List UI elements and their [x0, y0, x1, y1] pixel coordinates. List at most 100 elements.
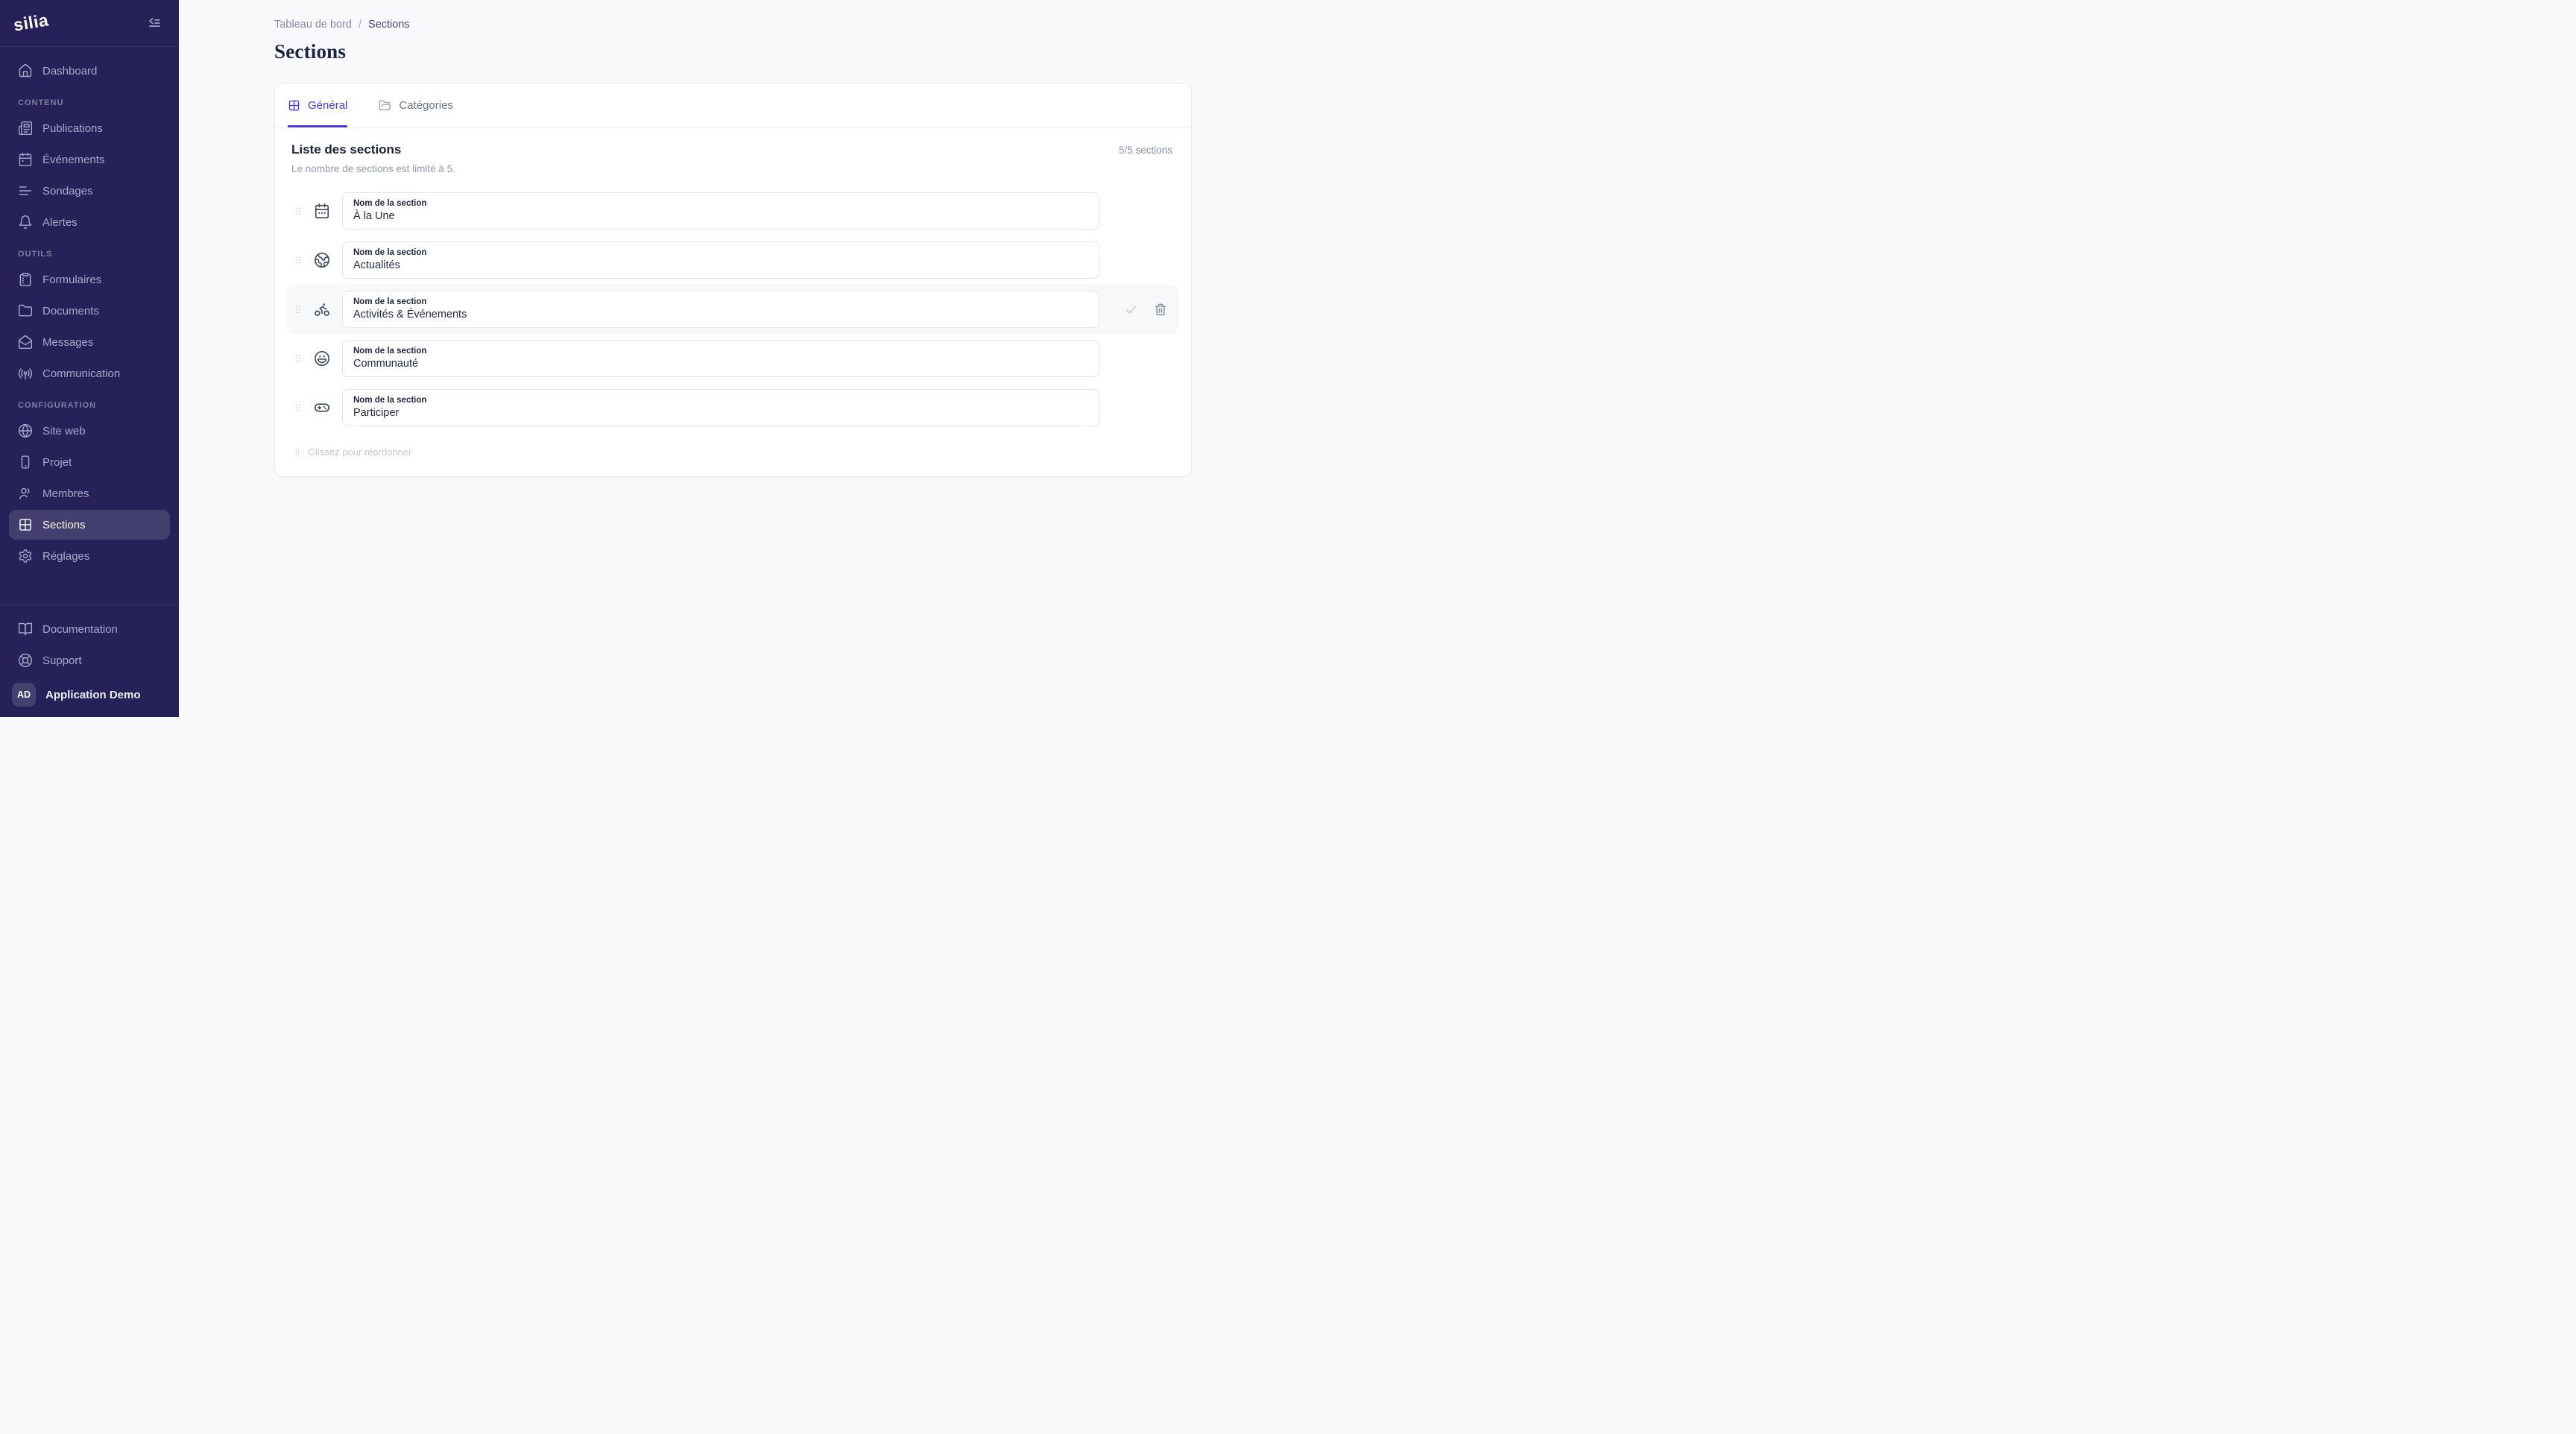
- sidebar-item-label: Membres: [42, 487, 89, 500]
- section-row-participer: Nom de la section Participer: [287, 383, 1178, 432]
- life-buoy-icon: [18, 653, 33, 668]
- section-row-communaute: Nom de la section Communauté: [287, 334, 1178, 383]
- radio-tower-icon: [18, 366, 33, 381]
- drag-handle-icon[interactable]: [293, 203, 304, 219]
- globe-icon: [18, 423, 33, 438]
- sidebar-item-formulaires[interactable]: Formulaires: [9, 265, 170, 294]
- breadcrumb-separator: /: [359, 19, 362, 31]
- tab-label: Général: [308, 99, 347, 112]
- sidebar-group-label-contenu: CONTENU: [9, 98, 170, 107]
- bell-icon: [18, 215, 33, 230]
- sidebar-item-evenements[interactable]: Événements: [9, 145, 170, 174]
- sidebar-item-dashboard[interactable]: Dashboard: [9, 56, 170, 86]
- page-title: Sections: [274, 40, 1192, 63]
- smartphone-icon: [18, 455, 33, 470]
- sidebar-item-label: Communication: [42, 367, 120, 380]
- list-subtitle: Le nombre de sections est limité à 5.: [291, 163, 455, 174]
- sidebar-item-documents[interactable]: Documents: [9, 296, 170, 326]
- delete-icon[interactable]: [1154, 303, 1167, 316]
- section-counter: 5/5 sections: [1119, 145, 1172, 156]
- folder-icon: [18, 303, 33, 318]
- clipboard-icon: [18, 272, 33, 287]
- drag-handle-icon[interactable]: [293, 350, 304, 367]
- sidebar-item-label: Support: [42, 654, 82, 667]
- sidebar-item-communication[interactable]: Communication: [9, 358, 170, 388]
- main-content: Tableau de bord / Sections Sections Géné…: [179, 0, 1288, 717]
- drag-handle-icon[interactable]: [293, 399, 304, 416]
- sidebar-item-label: Sondages: [42, 185, 93, 198]
- sidebar-item-label: Projet: [42, 456, 72, 469]
- sidebar-footer: Documentation Support AD Application Dem…: [0, 604, 179, 717]
- earth-icon: [313, 252, 331, 268]
- sidebar-item-label: Réglages: [42, 550, 89, 563]
- sidebar-item-documentation[interactable]: Documentation: [9, 614, 170, 644]
- drag-handle-icon: [293, 445, 302, 458]
- tab-categories[interactable]: Catégories: [379, 83, 453, 127]
- sidebar-item-alertes[interactable]: Alertes: [9, 207, 170, 237]
- sidebar-item-sondages[interactable]: Sondages: [9, 176, 170, 206]
- section-name-input[interactable]: Nom de la section Actualités: [342, 241, 1099, 279]
- gamepad-icon: [313, 399, 331, 416]
- section-name-input[interactable]: Nom de la section À la Une: [342, 192, 1099, 230]
- grid-icon: [288, 99, 300, 112]
- sidebar: silia Dashboard CONTENU Publications Évé…: [0, 0, 179, 717]
- poll-lines-icon: [18, 183, 33, 198]
- sidebar-collapse-button[interactable]: [143, 12, 165, 34]
- row-actions: [1099, 303, 1171, 317]
- sidebar-item-label: Sections: [42, 519, 86, 531]
- sections-card: Général Catégories Liste des sections Le…: [274, 83, 1192, 477]
- sidebar-item-site-web[interactable]: Site web: [9, 416, 170, 446]
- sidebar-item-messages[interactable]: Messages: [9, 327, 170, 357]
- drag-handle-icon[interactable]: [293, 252, 304, 268]
- sidebar-item-label: Site web: [42, 425, 86, 438]
- sidebar-item-projet[interactable]: Projet: [9, 447, 170, 477]
- sidebar-item-publications[interactable]: Publications: [9, 113, 170, 143]
- breadcrumb: Tableau de bord / Sections: [274, 19, 1192, 31]
- section-name-input[interactable]: Nom de la section Activités & Événements: [342, 291, 1099, 328]
- sidebar-item-label: Documentation: [42, 623, 118, 636]
- laugh-face-icon: [313, 350, 331, 367]
- mail-open-icon: [18, 335, 33, 350]
- avatar: AD: [12, 683, 36, 707]
- section-name-input[interactable]: Nom de la section Communauté: [342, 340, 1099, 377]
- section-list: Nom de la section À la Une Nom de la sec…: [287, 186, 1178, 432]
- confirm-icon[interactable]: [1124, 303, 1138, 317]
- sidebar-item-label: Dashboard: [42, 65, 97, 78]
- sidebar-item-label: Publications: [42, 122, 103, 135]
- book-open-icon: [18, 622, 33, 637]
- users-icon: [18, 486, 33, 501]
- calendar-days-icon: [313, 203, 331, 219]
- folder-open-icon: [379, 99, 391, 112]
- tab-bar: Général Catégories: [275, 83, 1191, 127]
- grid-icon: [18, 517, 33, 532]
- calendar-icon: [18, 152, 33, 167]
- gear-icon: [18, 549, 33, 563]
- drag-handle-icon[interactable]: [293, 301, 304, 318]
- sidebar-item-membres[interactable]: Membres: [9, 478, 170, 508]
- section-name-input[interactable]: Nom de la section Participer: [342, 389, 1099, 426]
- sidebar-group-label-outils: OUTILS: [9, 250, 170, 259]
- sidebar-item-label: Formulaires: [42, 274, 101, 286]
- sidebar-header: silia: [0, 0, 179, 47]
- sidebar-item-label: Alertes: [42, 216, 78, 229]
- section-row-actualites: Nom de la section Actualités: [287, 236, 1178, 285]
- app-root: silia Dashboard CONTENU Publications Évé…: [0, 0, 1288, 717]
- newspaper-icon: [18, 121, 33, 136]
- reorder-hint-label: Glissez pour réordonner: [308, 446, 411, 458]
- user-name: Application Demo: [45, 689, 141, 701]
- sidebar-item-label: Messages: [42, 336, 93, 349]
- section-row-a-la-une: Nom de la section À la Une: [287, 186, 1178, 236]
- sidebar-item-support[interactable]: Support: [9, 645, 170, 675]
- sidebar-item-sections[interactable]: Sections: [9, 510, 170, 540]
- sidebar-nav: Dashboard CONTENU Publications Événement…: [0, 47, 179, 572]
- breadcrumb-dashboard-link[interactable]: Tableau de bord: [274, 19, 352, 31]
- reorder-hint: Glissez pour réordonner: [287, 445, 1178, 458]
- section-row-activites-evenements: Nom de la section Activités & Événements: [287, 285, 1178, 334]
- list-title: Liste des sections: [291, 142, 455, 157]
- tab-general[interactable]: Général: [288, 83, 347, 127]
- sidebar-item-reglages[interactable]: Réglages: [9, 541, 170, 571]
- home-icon: [18, 63, 33, 78]
- user-profile[interactable]: AD Application Demo: [9, 679, 170, 707]
- tab-label: Catégories: [399, 99, 453, 112]
- sidebar-group-label-configuration: CONFIGURATION: [9, 401, 170, 410]
